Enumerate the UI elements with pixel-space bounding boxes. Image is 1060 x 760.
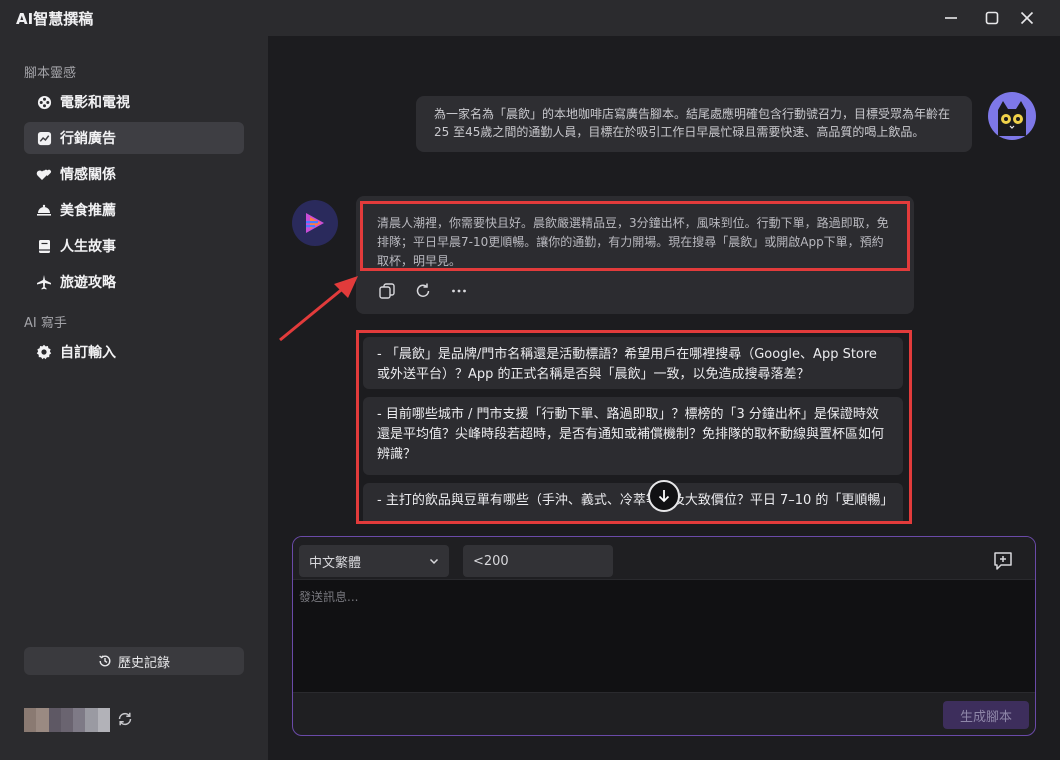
message-input[interactable] [293, 579, 1035, 693]
bot-reply-card: 清晨人潮裡，你需要快且好。晨飲嚴選精品豆，3分鐘出杯，風味到位。行動下單，路過即… [356, 196, 914, 314]
food-cloche-icon [36, 202, 52, 218]
section-label-ai-writer: AI 寫手 [24, 316, 67, 331]
minimize-icon [945, 17, 957, 19]
chevron-down-icon [429, 558, 439, 565]
sidebar-item-label: 行銷廣告 [60, 131, 116, 147]
sidebar-item-marketing[interactable]: 行銷廣告 [24, 122, 244, 154]
sidebar-item-relationships[interactable]: 情感關係 [24, 158, 244, 190]
hearts-icon [36, 166, 52, 182]
ai-logo-icon [306, 213, 324, 233]
user-account-blurred[interactable] [24, 708, 110, 732]
app-title: AI智慧撰稿 [16, 10, 94, 28]
language-value: 中文繁體 [309, 555, 362, 571]
sidebar-item-label: 美食推薦 [60, 203, 116, 219]
film-reel-icon [36, 94, 52, 110]
bot-reply-text: 清晨人潮裡，你需要快且好。晨飲嚴選精品豆，3分鐘出杯，風味到位。行動下單，路過即… [360, 201, 910, 271]
bot-avatar [292, 200, 338, 246]
sidebar-item-travel[interactable]: 旅遊攻略 [24, 266, 244, 298]
gear-icon [36, 344, 52, 360]
minimize-button[interactable] [938, 6, 964, 30]
sidebar-item-life-story[interactable]: 人生故事 [24, 230, 244, 262]
sidebar-item-food[interactable]: 美食推薦 [24, 194, 244, 226]
annotation-arrow-icon [276, 272, 362, 348]
maximize-button[interactable] [979, 6, 1005, 30]
sidebar-item-label: 情感關係 [60, 167, 116, 183]
chat-area: 為一家名為「晨飲」的本地咖啡店寫廣告腳本。結尾處應明確包含行動號召力，目標受眾為… [268, 36, 1060, 760]
arrow-down-icon [658, 490, 670, 503]
sidebar-item-label: 電影和電視 [60, 95, 130, 111]
book-icon [36, 238, 52, 254]
question-item: - 「晨飲」是品牌/門市名稱還是活動標語？希望用戶在哪裡搜尋（Google、Ap… [363, 337, 903, 389]
trend-chart-icon [36, 130, 52, 146]
generate-script-button[interactable]: 生成腳本 [943, 701, 1029, 729]
maximize-icon [985, 11, 999, 25]
refresh-icon[interactable] [116, 710, 134, 732]
copy-icon[interactable] [376, 280, 398, 302]
airplane-icon [36, 274, 52, 290]
sidebar-item-custom-input[interactable]: 自訂輸入 [24, 336, 244, 368]
close-icon [1020, 11, 1034, 25]
section-label-inspiration: 腳本靈感 [24, 66, 77, 81]
sidebar-item-label: 旅遊攻略 [60, 275, 116, 291]
history-label: 歷史記錄 [117, 655, 170, 671]
composer-toolbar: 中文繁體 <200 [293, 537, 1035, 579]
sidebar-item-label: 自訂輸入 [60, 345, 116, 361]
more-options-icon[interactable] [448, 280, 470, 302]
close-button[interactable] [1014, 6, 1040, 30]
clarifying-questions-panel[interactable]: - 「晨飲」是品牌/門市名稱還是活動標語？希望用戶在哪裡搜尋（Google、Ap… [356, 330, 912, 524]
length-value: <200 [473, 553, 509, 569]
question-item: - 目前哪些城市 / 門市支援「行動下單、路過即取」？標榜的「3 分鐘出杯」是保… [363, 397, 903, 475]
scroll-to-bottom-button[interactable] [648, 480, 680, 512]
user-message: 為一家名為「晨飲」的本地咖啡店寫廣告腳本。結尾處應明確包含行動號召力，目標受眾為… [416, 96, 972, 152]
user-avatar [988, 92, 1036, 140]
history-button[interactable]: 歷史記錄 [24, 647, 244, 675]
message-composer: 中文繁體 <200 生成腳本 [292, 536, 1036, 736]
sidebar: 腳本靈感 電影和電視 行銷廣告 情感關係 美食推薦 人生故事 旅遊攻略 AI 寫… [0, 36, 268, 760]
reply-actions [376, 280, 470, 302]
cat-avatar-icon [998, 101, 1026, 136]
history-clock-icon [99, 655, 111, 667]
sidebar-item-label: 人生故事 [60, 239, 116, 255]
length-select[interactable]: <200 [463, 545, 613, 577]
question-item: - 主打的飲品與豆單有哪些（手沖、義式、冷萃等）及大致價位？平日 7–10 的「… [363, 483, 903, 521]
new-chat-icon[interactable] [991, 549, 1015, 577]
title-bar: AI智慧撰稿 [0, 0, 1060, 36]
sidebar-item-film-tv[interactable]: 電影和電視 [24, 86, 244, 118]
language-select[interactable]: 中文繁體 [299, 545, 449, 577]
regenerate-icon[interactable] [412, 280, 434, 302]
